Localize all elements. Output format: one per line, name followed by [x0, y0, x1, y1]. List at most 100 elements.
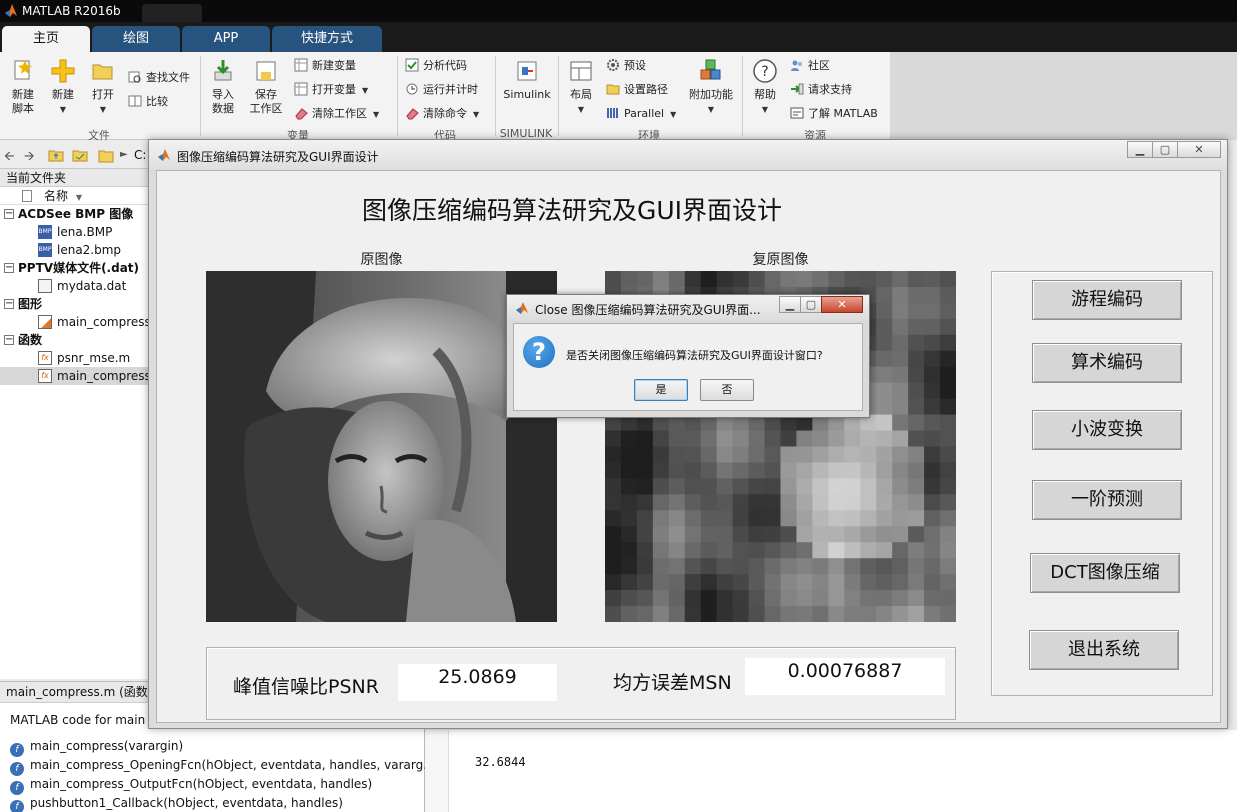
clear-workspace-button[interactable]: 清除工作区 ▼ — [294, 105, 379, 123]
parallel-button[interactable]: Parallel ▼ — [606, 105, 676, 123]
learn-matlab-button[interactable]: 了解 MATLAB — [790, 105, 878, 123]
path-drive[interactable]: C: — [134, 148, 146, 162]
file-group-bmp[interactable]: − ACDSee BMP 图像 — [0, 205, 149, 223]
pixel-block — [924, 478, 941, 495]
run-length-coding-button[interactable]: 游程编码 — [1032, 280, 1182, 320]
pixel-block — [924, 526, 941, 543]
collapse-icon[interactable]: − — [4, 335, 14, 345]
pixel-block — [828, 462, 845, 479]
up-folder-icon[interactable] — [48, 148, 64, 162]
list-item-selected[interactable]: fx main_compress — [0, 367, 149, 385]
pixel-block — [844, 462, 861, 479]
pixel-block — [812, 271, 829, 288]
app-title: MATLAB R2016b — [22, 4, 121, 18]
browse-folder-icon[interactable] — [72, 148, 88, 162]
pixel-block — [605, 526, 622, 543]
collapse-icon[interactable]: − — [4, 209, 14, 219]
help-button[interactable]: ? 帮助 ▼ — [748, 58, 782, 117]
dialog-maximize-button[interactable]: ▢ — [800, 296, 822, 313]
preferences-button[interactable]: 预设 — [606, 57, 646, 75]
close-button[interactable]: ✕ — [1177, 141, 1221, 158]
run-and-time-button[interactable]: 运行并计时 — [405, 81, 478, 99]
community-button[interactable]: 社区 — [790, 57, 830, 75]
pixel-block — [605, 271, 622, 288]
pixel-block — [748, 558, 766, 575]
function-list-item[interactable]: f main_compress_OpeningFcn(hObject, event… — [10, 756, 435, 776]
function-list-item[interactable]: f main_compress_OutputFcn(hObject, eventd… — [10, 775, 372, 795]
maximize-button[interactable]: ▢ — [1152, 141, 1178, 158]
layout-button[interactable]: 布局 ▼ — [564, 58, 598, 117]
pixel-block — [748, 430, 766, 448]
import-data-button[interactable]: 导入 数据 — [206, 58, 240, 116]
file-group-dat[interactable]: − PPTV媒体文件(.dat) — [0, 259, 149, 277]
pixel-block — [748, 478, 766, 495]
tab-apps[interactable]: APP — [182, 26, 270, 52]
file-group-label: 函数 — [18, 333, 43, 347]
list-item[interactable]: main_compress — [0, 313, 149, 331]
pixel-block — [828, 558, 845, 575]
no-button[interactable]: 否 — [700, 379, 754, 401]
open-button[interactable]: 打开 ▼ — [86, 58, 120, 117]
exit-system-button[interactable]: 退出系统 — [1029, 630, 1179, 670]
save-workspace-button[interactable]: 保存 工作区 — [246, 58, 286, 116]
function-list-item[interactable]: f main_compress(varargin) — [10, 737, 183, 757]
back-arrow-icon[interactable]: 🡨 — [4, 147, 15, 169]
compare-button[interactable]: 比较 — [128, 93, 168, 111]
find-files-button[interactable]: 查找文件 — [128, 69, 190, 87]
add-ons-button[interactable]: 附加功能 ▼ — [688, 58, 734, 117]
pixel-block — [605, 494, 622, 511]
set-path-button[interactable]: 设置路径 — [606, 81, 668, 99]
figure-title-bar: 图像压缩编码算法研究及GUI界面设计 ▁ ▢ ✕ — [149, 140, 1227, 170]
forward-arrow-icon[interactable]: 🡪 — [24, 147, 35, 169]
dct-compression-button[interactable]: DCT图像压缩 — [1030, 553, 1180, 593]
pixel-block — [876, 318, 893, 336]
pixel-block — [892, 414, 909, 432]
path-bar: 🡨 🡪 ► C: — [0, 141, 150, 169]
tab-plots[interactable]: 绘图 — [92, 26, 180, 52]
minimize-button[interactable]: ▁ — [1127, 141, 1153, 158]
request-support-button[interactable]: 请求支持 — [790, 81, 852, 99]
wavelet-transform-button[interactable]: 小波变换 — [1032, 410, 1182, 450]
find-files-label: 查找文件 — [146, 71, 190, 84]
clear-commands-button[interactable]: 清除命令 ▼ — [405, 105, 479, 123]
dialog-minimize-button[interactable]: ▁ — [779, 296, 801, 313]
dialog-title: Close 图像压缩编码算法研究及GUI界面... — [535, 303, 761, 317]
pixel-block — [636, 478, 654, 495]
collapse-icon[interactable]: − — [4, 299, 14, 309]
new-variable-button[interactable]: 新建变量 — [294, 57, 356, 75]
learn-matlab-icon — [790, 107, 804, 119]
open-variable-button[interactable]: 打开变量 ▼ — [294, 81, 368, 99]
new-script-button[interactable]: 新建 脚本 — [6, 58, 40, 116]
command-window[interactable]: 32.6844 — [425, 730, 1237, 812]
function-list-item[interactable]: f pushbutton1_Callback(hObject, eventdata… — [10, 794, 343, 812]
dialog-close-button[interactable]: ✕ — [821, 296, 863, 313]
tab-home[interactable]: 主页 — [2, 26, 90, 52]
pixel-block — [812, 494, 829, 511]
file-group-function[interactable]: − 函数 — [0, 331, 149, 349]
pixel-block — [908, 446, 925, 464]
collapse-icon[interactable]: − — [4, 263, 14, 273]
pixel-block — [812, 510, 829, 527]
pixel-block — [828, 446, 845, 464]
yes-button[interactable]: 是 — [634, 379, 688, 401]
pixel-block — [780, 542, 798, 559]
arithmetic-coding-button[interactable]: 算术编码 — [1032, 343, 1182, 383]
analyze-code-button[interactable]: 分析代码 — [405, 57, 467, 75]
list-item[interactable]: mydata.dat — [0, 277, 149, 295]
open-label: 打开 — [92, 88, 114, 101]
new-button[interactable]: 新建 ▼ — [46, 58, 80, 117]
pixel-block — [908, 590, 925, 607]
list-item[interactable]: BMP lena.BMP — [0, 223, 149, 241]
simulink-button[interactable]: Simulink — [503, 58, 551, 102]
figure-window-title: 图像压缩编码算法研究及GUI界面设计 — [177, 150, 379, 164]
pixel-block — [892, 478, 909, 495]
pixel-block — [732, 590, 750, 607]
file-group-figure[interactable]: − 图形 — [0, 295, 149, 313]
name-column-header[interactable]: 名称 ▼ — [0, 187, 149, 205]
first-order-prediction-button[interactable]: 一阶预测 — [1032, 480, 1182, 520]
pixel-block — [892, 318, 909, 336]
list-item[interactable]: BMP lena2.bmp — [0, 241, 149, 259]
tab-shortcuts[interactable]: 快捷方式 — [272, 26, 382, 52]
chevron-down-icon: ▼ — [362, 86, 369, 95]
list-item[interactable]: fx psnr_mse.m — [0, 349, 149, 367]
